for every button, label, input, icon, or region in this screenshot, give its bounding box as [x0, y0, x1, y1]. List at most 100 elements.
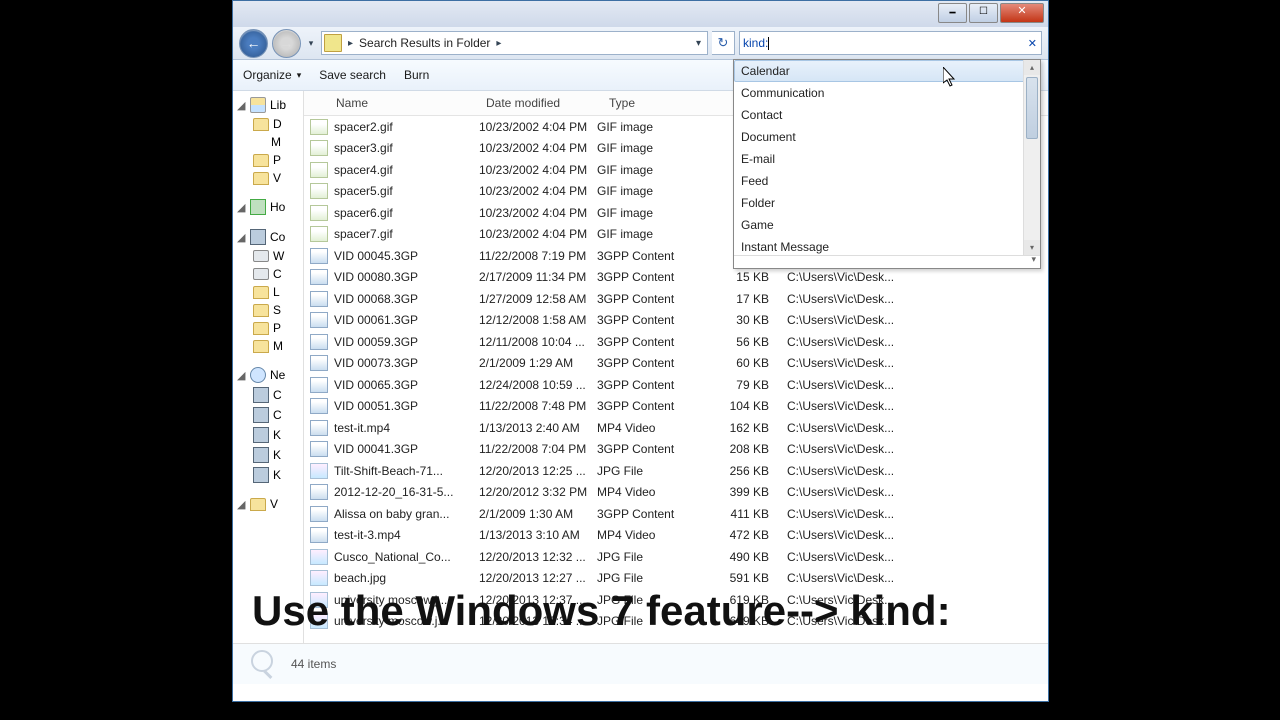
- file-icon: [310, 506, 328, 522]
- suggestion-item[interactable]: Instant Message: [734, 236, 1040, 255]
- organize-button[interactable]: Organize: [243, 68, 301, 82]
- tree-item[interactable]: K: [233, 465, 303, 485]
- expand-icon[interactable]: ◢: [237, 369, 246, 382]
- tree-item[interactable]: L: [233, 283, 303, 301]
- tree-item[interactable]: K: [233, 425, 303, 445]
- file-folder: C:\Users\Vic\Desk...: [775, 464, 1048, 478]
- file-type: 3GPP Content: [597, 270, 703, 284]
- file-size: 30 KB: [703, 313, 775, 327]
- suggestion-expand[interactable]: [734, 255, 1040, 268]
- file-row[interactable]: test-it.mp41/13/2013 2:40 AMMP4 Video162…: [304, 417, 1048, 439]
- expand-icon[interactable]: ◢: [237, 231, 246, 244]
- file-row[interactable]: VID 00065.3GP12/24/2008 10:59 ...3GPP Co…: [304, 374, 1048, 396]
- suggestion-item[interactable]: E-mail: [734, 148, 1040, 170]
- file-name: Cusco_National_Co...: [334, 550, 479, 564]
- item-count: 44 items: [291, 657, 336, 671]
- refresh-button[interactable]: ↻: [712, 31, 735, 55]
- forward-button[interactable]: →: [272, 29, 301, 58]
- file-size: 15 KB: [703, 270, 775, 284]
- file-name: VID 00073.3GP: [334, 356, 479, 370]
- tree-item[interactable]: C: [233, 405, 303, 425]
- file-row[interactable]: VID 00068.3GP1/27/2009 12:58 AM3GPP Cont…: [304, 288, 1048, 310]
- close-button[interactable]: [1000, 3, 1044, 23]
- suggestion-scrollbar[interactable]: ▴ ▾: [1023, 60, 1040, 255]
- suggestion-item[interactable]: Communication: [734, 82, 1040, 104]
- scroll-down-icon[interactable]: ▾: [1024, 240, 1040, 255]
- tree-item[interactable]: ◢Ho: [233, 197, 303, 217]
- suggestion-item[interactable]: Feed: [734, 170, 1040, 192]
- file-row[interactable]: VID 00061.3GP12/12/2008 1:58 AM3GPP Cont…: [304, 310, 1048, 332]
- tree-item[interactable]: D: [233, 115, 303, 133]
- expand-icon[interactable]: ◢: [237, 201, 246, 214]
- tree-item[interactable]: S: [233, 301, 303, 319]
- file-date: 12/12/2008 1:58 AM: [479, 313, 597, 327]
- breadcrumb-text[interactable]: Search Results in Folder: [359, 36, 490, 50]
- history-dropdown[interactable]: ▾: [305, 30, 317, 57]
- breadcrumb-chev[interactable]: ▸: [492, 38, 505, 49]
- tree-item[interactable]: C: [233, 385, 303, 405]
- tree-item[interactable]: M: [233, 337, 303, 355]
- burn-button[interactable]: Burn: [404, 68, 429, 82]
- back-button[interactable]: ←: [239, 29, 268, 58]
- expand-icon[interactable]: ◢: [237, 498, 246, 511]
- tree-item[interactable]: V: [233, 169, 303, 187]
- file-row[interactable]: Tilt-Shift-Beach-71...12/20/2013 12:25 .…: [304, 460, 1048, 482]
- suggestion-item[interactable]: Game: [734, 214, 1040, 236]
- breadcrumb-chev[interactable]: ▸: [344, 38, 357, 49]
- file-date: 2/1/2009 1:30 AM: [479, 507, 597, 521]
- file-row[interactable]: 2012-12-20_16-31-5...12/20/2012 3:32 PMM…: [304, 482, 1048, 504]
- file-row[interactable]: Cusco_National_Co...12/20/2013 12:32 ...…: [304, 546, 1048, 568]
- suggestion-item[interactable]: Document: [734, 126, 1040, 148]
- tree-item[interactable]: W: [233, 247, 303, 265]
- tree-label: S: [273, 303, 281, 317]
- tree-label: C: [273, 267, 282, 281]
- tree-item[interactable]: K: [233, 445, 303, 465]
- tree-label: V: [273, 171, 281, 185]
- tree-item[interactable]: ◢Lib: [233, 95, 303, 115]
- minimize-button[interactable]: [938, 3, 967, 23]
- suggestion-item[interactable]: Contact: [734, 104, 1040, 126]
- clear-search-icon[interactable]: ✕: [1028, 37, 1037, 50]
- search-input[interactable]: kind: ✕: [739, 31, 1042, 55]
- maximize-button[interactable]: [969, 3, 998, 23]
- file-type: 3GPP Content: [597, 249, 703, 263]
- nav-tree[interactable]: ◢LibDMPV◢Ho◢CoWCLSPM◢NeCCKKK◢V: [233, 91, 304, 643]
- scroll-thumb[interactable]: [1026, 77, 1038, 139]
- file-icon: [310, 226, 328, 242]
- file-row[interactable]: beach.jpg12/20/2013 12:27 ...JPG File591…: [304, 568, 1048, 590]
- file-row[interactable]: VID 00080.3GP2/17/2009 11:34 PM3GPP Cont…: [304, 267, 1048, 289]
- file-name: VID 00068.3GP: [334, 292, 479, 306]
- tree-label: W: [273, 249, 284, 263]
- suggestion-item[interactable]: Folder: [734, 192, 1040, 214]
- suggestion-item[interactable]: Calendar: [734, 60, 1040, 82]
- file-type: 3GPP Content: [597, 378, 703, 392]
- tree-item[interactable]: ◢Ne: [233, 365, 303, 385]
- file-row[interactable]: Alissa on baby gran...2/1/2009 1:30 AM3G…: [304, 503, 1048, 525]
- folder-icon: [253, 172, 269, 185]
- file-row[interactable]: test-it-3.mp41/13/2013 3:10 AMMP4 Video4…: [304, 525, 1048, 547]
- tree-item[interactable]: P: [233, 151, 303, 169]
- file-row[interactable]: VID 00041.3GP11/22/2008 7:04 PM3GPP Cont…: [304, 439, 1048, 461]
- file-row[interactable]: VID 00051.3GP11/22/2008 7:48 PM3GPP Cont…: [304, 396, 1048, 418]
- col-date[interactable]: Date modified: [484, 96, 607, 110]
- tree-item[interactable]: M: [233, 133, 303, 151]
- col-type[interactable]: Type: [607, 96, 718, 110]
- scroll-up-icon[interactable]: ▴: [1024, 60, 1040, 75]
- tree-item[interactable]: ◢Co: [233, 227, 303, 247]
- tree-item[interactable]: C: [233, 265, 303, 283]
- address-drop[interactable]: ▾: [692, 38, 705, 49]
- address-bar[interactable]: ▸ Search Results in Folder ▸ ▾: [321, 31, 708, 55]
- file-name: spacer7.gif: [334, 227, 479, 241]
- expand-icon[interactable]: ◢: [237, 99, 246, 112]
- file-row[interactable]: VID 00073.3GP2/1/2009 1:29 AM3GPP Conten…: [304, 353, 1048, 375]
- file-type: 3GPP Content: [597, 292, 703, 306]
- file-type: GIF image: [597, 120, 703, 134]
- tree-item[interactable]: P: [233, 319, 303, 337]
- file-name: VID 00061.3GP: [334, 313, 479, 327]
- tree-item[interactable]: ◢V: [233, 495, 303, 513]
- folder-icon: [253, 118, 269, 131]
- save-search-button[interactable]: Save search: [319, 68, 386, 82]
- file-row[interactable]: VID 00059.3GP12/11/2008 10:04 ...3GPP Co…: [304, 331, 1048, 353]
- col-name[interactable]: Name: [334, 96, 484, 110]
- search-suggestions-dropdown[interactable]: CalendarCommunicationContactDocumentE-ma…: [733, 59, 1041, 269]
